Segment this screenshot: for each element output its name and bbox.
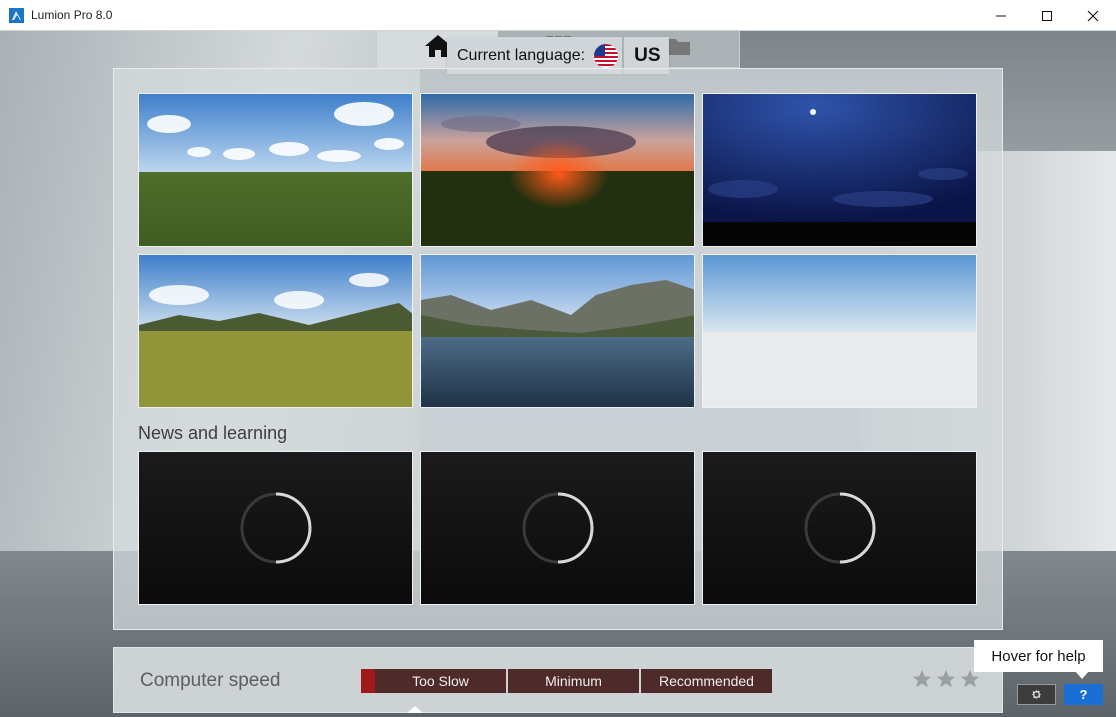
minimize-button[interactable] — [978, 0, 1024, 31]
start-screen: Current language: US News and learning C… — [0, 31, 1116, 717]
news-item[interactable] — [420, 451, 695, 605]
scene-thumb-blank[interactable] — [702, 254, 977, 408]
close-icon — [1087, 10, 1099, 21]
language-code: US — [634, 44, 661, 66]
scene-thumb-grassland-hills[interactable] — [138, 254, 413, 408]
maximize-button[interactable] — [1024, 0, 1070, 31]
window-title: Lumion Pro 8.0 — [31, 8, 113, 22]
speed-caret-icon — [407, 706, 423, 713]
maximize-icon — [1042, 10, 1052, 21]
star-icon — [912, 669, 932, 688]
minimize-icon — [996, 15, 1006, 16]
news-item[interactable] — [138, 451, 413, 605]
speed-indicator — [361, 669, 375, 693]
tooltip-arrow-icon — [1075, 671, 1089, 679]
us-flag-icon — [594, 43, 619, 68]
speed-recommended[interactable]: Recommended — [641, 669, 772, 693]
help-button[interactable]: ? — [1064, 684, 1103, 705]
scene-thumb-water-mountains[interactable] — [420, 254, 695, 408]
language-label: Current language: — [457, 46, 586, 64]
title-bar: Lumion Pro 8.0 — [0, 0, 1116, 31]
speed-rating — [911, 668, 981, 690]
star-icon — [936, 669, 956, 688]
loading-spinner-icon — [240, 492, 311, 564]
settings-button[interactable] — [1017, 684, 1056, 705]
loading-spinner-icon — [804, 492, 875, 564]
scene-thumb-grass-daylight[interactable] — [138, 93, 413, 247]
news-item[interactable] — [702, 451, 977, 605]
folder-icon — [667, 38, 690, 55]
scene-thumb-night[interactable] — [702, 93, 977, 247]
computer-speed-bar: Computer speed Too Slow Minimum Recommen… — [113, 647, 1003, 713]
gear-icon — [1031, 689, 1042, 700]
close-button[interactable] — [1070, 0, 1116, 31]
speed-minimum[interactable]: Minimum — [508, 669, 639, 693]
scene-thumb-sunset[interactable] — [420, 93, 695, 247]
computer-speed-label: Computer speed — [140, 670, 281, 691]
speed-too-slow[interactable]: Too Slow — [375, 669, 506, 693]
loading-spinner-icon — [522, 492, 593, 564]
scene-panel: News and learning — [113, 68, 1003, 630]
lumion-app-icon — [9, 8, 24, 23]
news-heading: News and learning — [138, 423, 288, 443]
help-tooltip: Hover for help — [974, 640, 1103, 672]
